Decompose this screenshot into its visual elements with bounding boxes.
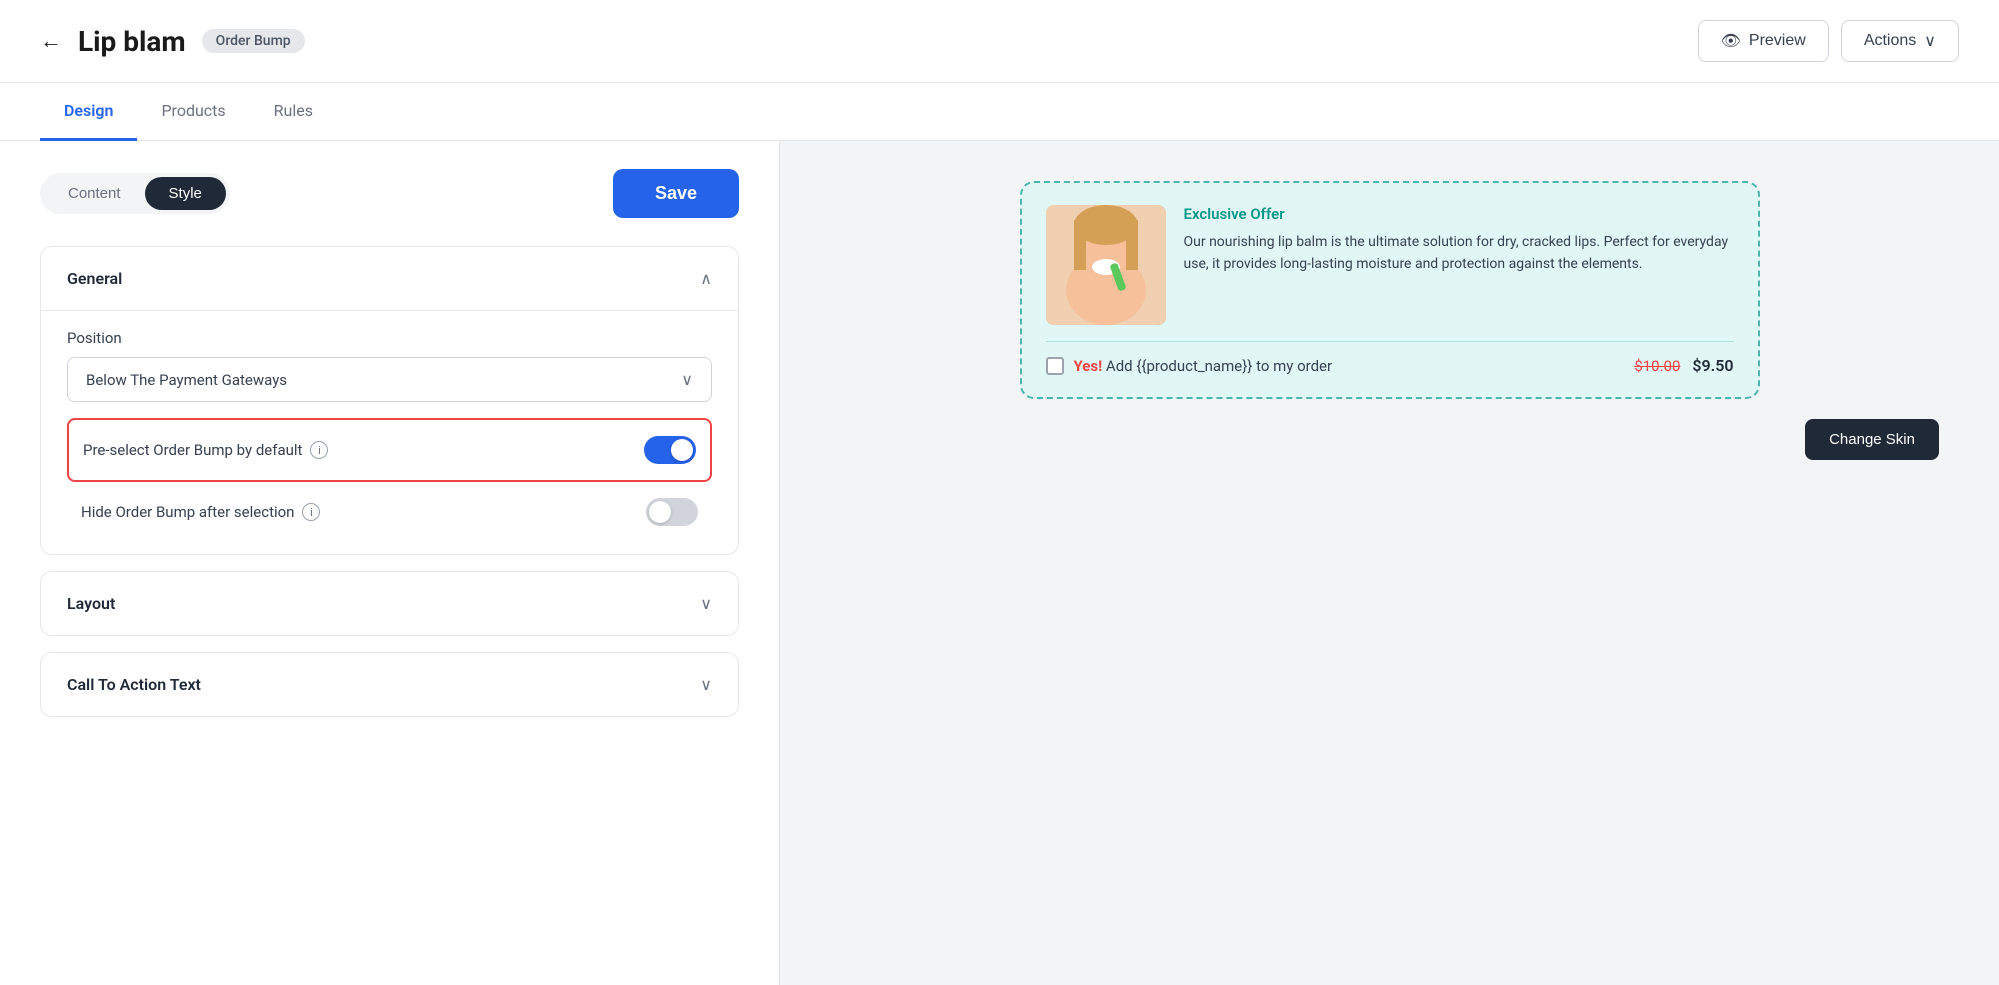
hide-label: Hide Order Bump after selection	[81, 503, 294, 521]
layout-accordion-header[interactable]: Layout	[41, 572, 738, 635]
hide-toggle[interactable]	[646, 498, 698, 526]
cta-left: Yes! Add {{product_name}} to my order	[1046, 357, 1333, 375]
main-layout: Content Style Save General Position Belo…	[0, 141, 1999, 985]
preview-text-col: Exclusive Offer Our nourishing lip balm …	[1184, 205, 1734, 325]
general-title: General	[67, 269, 122, 288]
layout-chevron-icon	[700, 594, 712, 613]
product-image	[1046, 205, 1166, 325]
chevron-down-icon: ∨	[1924, 31, 1936, 51]
preview-card: Exclusive Offer Our nourishing lip balm …	[1020, 181, 1760, 399]
preview-card-wrapper: Exclusive Offer Our nourishing lip balm …	[840, 181, 1939, 399]
general-chevron-icon	[700, 269, 712, 288]
style-toggle-btn[interactable]: Style	[145, 177, 226, 210]
cta-text: Yes! Add {{product_name}} to my order	[1074, 357, 1333, 375]
position-label: Position	[67, 329, 712, 347]
general-accordion: General Position Below The Payment Gatew…	[40, 246, 739, 555]
hide-row: Hide Order Bump after selection i	[67, 482, 712, 534]
content-style-toggle: Content Style	[40, 173, 230, 214]
layout-title: Layout	[67, 594, 115, 613]
preselect-toggle[interactable]	[644, 436, 696, 464]
preselect-info-icon[interactable]: i	[310, 441, 328, 459]
preselect-row: Pre-select Order Bump by default i	[67, 418, 712, 482]
eye-icon: 👁	[1721, 31, 1741, 51]
tab-design[interactable]: Design	[40, 83, 137, 141]
position-chevron-icon	[681, 370, 693, 389]
page-title: Lip blam	[78, 25, 186, 58]
back-button[interactable]: ←	[40, 28, 62, 54]
cta-body: Add {{product_name}} to my order	[1102, 357, 1332, 375]
price-new: $9.50	[1692, 356, 1733, 375]
preview-card-top: Exclusive Offer Our nourishing lip balm …	[1046, 205, 1734, 325]
hide-info-icon[interactable]: i	[302, 503, 320, 521]
price-group: $10.00 $9.50	[1634, 356, 1733, 375]
preview-description: Our nourishing lip balm is the ultimate …	[1184, 231, 1734, 276]
right-panel: Exclusive Offer Our nourishing lip balm …	[780, 141, 1999, 985]
change-skin-button[interactable]: Change Skin	[1805, 419, 1939, 460]
preselect-label-group: Pre-select Order Bump by default i	[83, 441, 328, 459]
tab-products[interactable]: Products	[137, 83, 249, 141]
header-right: 👁 Preview Actions ∨	[1698, 20, 1959, 62]
cta-title: Call To Action Text	[67, 675, 201, 694]
tabs-bar: Design Products Rules	[0, 83, 1999, 141]
cta-accordion: Call To Action Text	[40, 652, 739, 717]
header: ← Lip blam Order Bump 👁 Preview Actions …	[0, 0, 1999, 83]
exclusive-label: Exclusive Offer	[1184, 205, 1734, 223]
preview-button[interactable]: 👁 Preview	[1698, 20, 1829, 62]
cta-accordion-header[interactable]: Call To Action Text	[41, 653, 738, 716]
general-accordion-header[interactable]: General	[41, 247, 738, 310]
tab-rules[interactable]: Rules	[250, 83, 337, 141]
price-original: $10.00	[1634, 357, 1680, 375]
left-panel: Content Style Save General Position Belo…	[0, 141, 780, 985]
position-select[interactable]: Below The Payment Gateways	[67, 357, 712, 402]
general-accordion-body: Position Below The Payment Gateways Pre-…	[41, 310, 738, 554]
preview-card-bottom: Yes! Add {{product_name}} to my order $1…	[1046, 341, 1734, 375]
save-button[interactable]: Save	[613, 169, 739, 218]
layout-accordion: Layout	[40, 571, 739, 636]
hide-label-group: Hide Order Bump after selection i	[81, 503, 320, 521]
actions-button[interactable]: Actions ∨	[1841, 20, 1959, 62]
header-left: ← Lip blam Order Bump	[40, 25, 305, 58]
order-bump-badge: Order Bump	[202, 29, 305, 53]
content-style-row: Content Style Save	[40, 169, 739, 218]
cta-checkbox[interactable]	[1046, 357, 1064, 375]
preselect-label: Pre-select Order Bump by default	[83, 441, 302, 459]
position-value: Below The Payment Gateways	[86, 371, 287, 389]
cta-yes: Yes!	[1074, 357, 1103, 375]
content-toggle-btn[interactable]: Content	[44, 177, 145, 210]
cta-chevron-icon	[700, 675, 712, 694]
